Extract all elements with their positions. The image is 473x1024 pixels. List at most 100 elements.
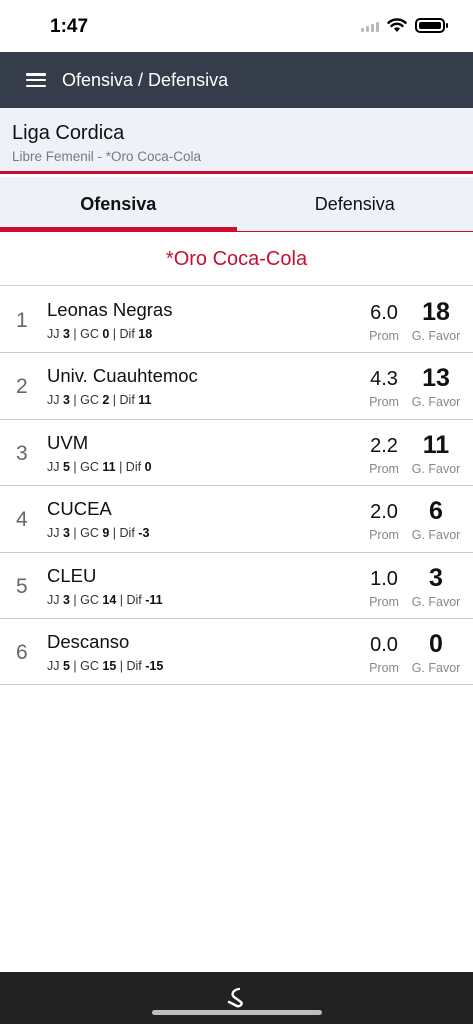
league-subtitle: Libre Femenil - *Oro Coca-Cola	[12, 149, 202, 164]
goals-favor-value: 11	[422, 430, 450, 459]
team-rank: 6	[16, 640, 28, 664]
app-bar: Ofensiva / Defensiva	[0, 52, 473, 108]
goals-favor-value: 6	[429, 497, 443, 526]
team-stats: JJ 5 | GC 11 | Dif 0	[47, 459, 152, 474]
goals-favor-value: 13	[422, 364, 450, 393]
team-row[interactable]: 6 Descanso JJ 5 | GC 15 | Dif -15 0.0 Prom 0 G…	[0, 619, 473, 686]
app-logo-icon[interactable]	[225, 986, 249, 1010]
dif-value: 18	[138, 327, 153, 341]
gc-value: 0	[102, 327, 110, 341]
goals-favor-value: 3	[429, 563, 443, 592]
team-rank: 4	[16, 508, 28, 532]
team-stats: JJ 3 | GC 2 | Dif 11	[47, 393, 152, 408]
hamburger-menu-icon[interactable]	[26, 72, 46, 88]
team-name: CLEU	[47, 564, 97, 586]
dif-label: Dif	[119, 526, 135, 541]
team-row[interactable]: 5 CLEU JJ 3 | GC 14 | Dif -11 1.0 Prom 3 G. Fa…	[0, 553, 473, 619]
team-name: UVM	[47, 431, 89, 453]
gc-value: 14	[102, 592, 117, 607]
team-rank: 3	[16, 441, 28, 465]
jj-label: JJ	[47, 658, 60, 673]
jj-label: JJ	[47, 393, 60, 408]
dif-value: 0	[144, 459, 152, 474]
jj-value: 3	[62, 393, 70, 408]
dif-label: Dif	[119, 327, 135, 341]
team-row[interactable]: 3 UVM JJ 5 | GC 11 | Dif 0 2.2 Prom 11 G. Favo…	[0, 420, 473, 487]
prom-value: 2.2	[370, 434, 398, 457]
prom-label: Prom	[369, 528, 399, 543]
gc-label: GC	[80, 526, 99, 541]
goals-favor-label: G. Favor	[411, 594, 461, 609]
prom-value: 2.0	[370, 501, 398, 524]
prom-label: Prom	[369, 461, 399, 476]
team-row[interactable]: 4 CUCEA JJ 3 | GC 9 | Dif -3 2.0 Prom 6 G. Fav…	[0, 486, 473, 553]
battery-icon	[415, 18, 448, 33]
home-indicator	[152, 1010, 322, 1015]
goals-favor-label: G. Favor	[411, 329, 461, 343]
tab-ofensiva[interactable]: Ofensiva	[0, 177, 237, 232]
team-stats: JJ 3 | GC 14 | Dif -11	[47, 592, 163, 607]
prom-label: Prom	[369, 660, 399, 675]
gc-label: GC	[80, 327, 99, 341]
status-icons	[361, 18, 448, 33]
team-rank: 2	[16, 375, 28, 399]
team-stats: JJ 5 | GC 15 | Dif -15	[47, 658, 164, 673]
jj-value: 5	[62, 459, 70, 474]
dif-value: -3	[138, 526, 150, 541]
jj-value: 3	[62, 526, 70, 541]
league-header: Liga Cordica Libre Femenil - *Oro Coca-C…	[0, 108, 473, 174]
gc-label: GC	[80, 459, 99, 474]
dif-label: Dif	[126, 658, 142, 673]
tab-bar: Ofensiva Defensiva	[0, 177, 473, 232]
goals-favor-label: G. Favor	[411, 461, 461, 476]
team-stats: JJ 3 | GC 0 | Dif 18	[47, 327, 153, 341]
jj-label: JJ	[47, 459, 60, 474]
team-row[interactable]: 2 Univ. Cuauhtemoc JJ 3 | GC 2 | Dif 11 4.3…	[0, 353, 473, 420]
goals-favor-label: G. Favor	[411, 395, 461, 410]
gc-label: GC	[80, 658, 99, 673]
jj-label: JJ	[47, 327, 60, 341]
prom-value: 6.0	[370, 302, 398, 324]
goals-favor-value: 0	[429, 629, 443, 658]
team-row[interactable]: 1 Leonas Negras JJ 3 | GC 0 | Dif 18 6.0 Pro…	[0, 287, 473, 354]
jj-label: JJ	[47, 592, 60, 607]
jj-value: 3	[62, 592, 70, 607]
group-title: *Oro Coca-Cola	[0, 233, 473, 286]
team-name: Univ. Cuauhtemoc	[47, 365, 198, 387]
team-stats: JJ 3 | GC 9 | Dif -3	[47, 526, 150, 541]
team-name: Descanso	[47, 630, 130, 652]
wifi-icon	[387, 18, 407, 32]
dif-label: Dif	[119, 393, 135, 408]
dif-value: -15	[145, 658, 164, 673]
prom-value: 0.0	[370, 633, 398, 656]
goals-favor-value: 18	[422, 298, 450, 326]
league-name: Liga Cordica	[12, 122, 125, 144]
dif-label: Dif	[125, 459, 142, 474]
team-rank: 1	[16, 309, 28, 332]
signal-icon	[361, 20, 379, 32]
prom-value: 4.3	[370, 368, 398, 391]
jj-value: 3	[62, 327, 70, 341]
dif-value: 11	[138, 393, 152, 408]
prom-value: 1.0	[370, 567, 398, 590]
status-bar: 1:47	[0, 0, 473, 52]
gc-value: 9	[102, 526, 110, 541]
goals-favor-label: G. Favor	[411, 528, 461, 543]
team-name: Leonas Negras	[47, 299, 173, 320]
team-list: 1 Leonas Negras JJ 3 | GC 0 | Dif 18 6.0 Pro…	[0, 287, 473, 686]
gc-value: 2	[102, 393, 110, 408]
status-time: 1:47	[50, 16, 89, 37]
gc-value: 11	[102, 459, 116, 474]
goals-favor-label: G. Favor	[411, 660, 461, 675]
gc-value: 15	[102, 658, 117, 673]
prom-label: Prom	[369, 395, 399, 410]
team-name: CUCEA	[47, 498, 112, 520]
dif-value: -11	[145, 592, 163, 607]
dif-label: Dif	[126, 592, 142, 607]
gc-label: GC	[80, 592, 99, 607]
prom-label: Prom	[369, 329, 399, 343]
gc-label: GC	[80, 393, 99, 408]
tab-defensiva[interactable]: Defensiva	[237, 177, 473, 231]
prom-label: Prom	[369, 594, 399, 609]
bottom-bar	[0, 972, 473, 1024]
